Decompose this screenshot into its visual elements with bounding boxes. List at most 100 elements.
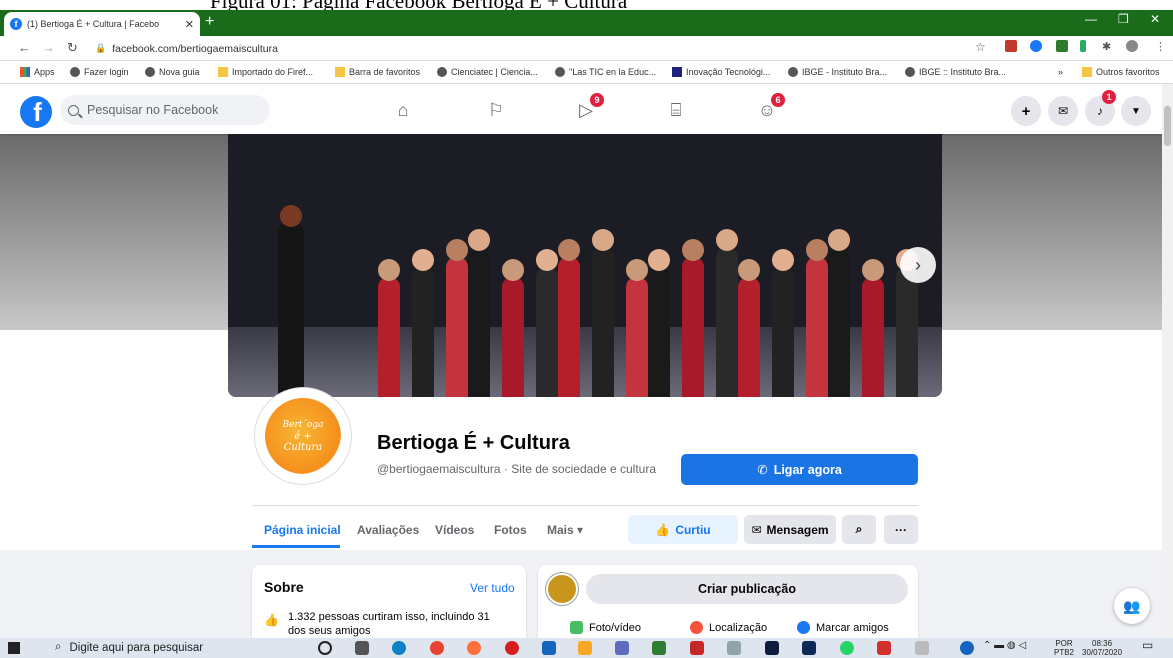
clock[interactable]: 08:36 30/07/2020 xyxy=(1082,639,1122,657)
photo-video-option[interactable]: Foto/vídeo xyxy=(570,621,641,634)
tab-photos[interactable]: Fotos xyxy=(494,523,527,537)
bookmark-importado[interactable]: Importado do Firef... xyxy=(218,67,313,77)
liked-button[interactable]: 👍 Curtiu xyxy=(628,515,738,544)
edge-icon[interactable] xyxy=(392,641,406,655)
pages-flag-icon[interactable]: ⚐ xyxy=(484,98,508,122)
page-search-button[interactable]: ⌕ xyxy=(842,515,876,544)
composer-avatar xyxy=(546,573,578,605)
opera-icon[interactable] xyxy=(505,641,519,655)
choir-singer-head xyxy=(806,239,828,261)
page-logo: Bert´oga é + Cultura xyxy=(265,398,341,474)
help-icon[interactable] xyxy=(960,641,974,655)
page-avatar[interactable]: Bert´oga é + Cultura xyxy=(255,388,351,484)
choir-singer xyxy=(896,267,918,397)
app-misc-icon[interactable] xyxy=(915,641,929,655)
language-indicator[interactable]: POR PTB2 xyxy=(1054,639,1074,657)
bookmark-cienciatec[interactable]: Cienciatec | Ciencia... xyxy=(437,67,538,77)
more-options-button[interactable]: ··· xyxy=(884,515,918,544)
extension-puzzle-green-icon[interactable] xyxy=(1056,40,1068,52)
message-button[interactable]: ✉ Mensagem xyxy=(744,515,836,544)
bookmark-star-icon[interactable]: ☆ xyxy=(975,40,986,54)
taskbar-search-input[interactable]: ⌕ Digite aqui para pesquisar xyxy=(55,641,203,654)
scrollbar-thumb[interactable] xyxy=(1164,106,1171,146)
marketplace-icon[interactable]: ⌸ xyxy=(664,98,688,122)
tag-friends-option[interactable]: Marcar amigos xyxy=(797,621,889,634)
maximize-button[interactable]: ❐ xyxy=(1118,12,1129,26)
lightroom-icon[interactable] xyxy=(802,641,816,655)
whatsapp-icon[interactable] xyxy=(840,641,854,655)
profile-avatar-icon[interactable] xyxy=(1126,40,1138,52)
bookmark-fazer-login[interactable]: Fazer login xyxy=(70,67,129,77)
forward-arrow-icon[interactable]: → xyxy=(42,40,55,55)
file-explorer-icon[interactable] xyxy=(578,641,592,655)
app-icon[interactable] xyxy=(615,641,629,655)
chrome-icon[interactable] xyxy=(430,641,444,655)
cover-photo[interactable] xyxy=(228,134,942,397)
menu-kebab-icon[interactable]: ⋮ xyxy=(1155,40,1166,53)
tab-home[interactable]: Página inicial xyxy=(264,523,341,537)
location-option[interactable]: Localização xyxy=(690,621,767,634)
folder-icon xyxy=(335,67,345,77)
facebook-logo[interactable]: f xyxy=(20,96,52,128)
choir-singer xyxy=(716,247,738,397)
bookmark-outros-favoritos[interactable]: Outros favoritos xyxy=(1082,67,1160,77)
windows-start-icon[interactable] xyxy=(8,642,20,654)
bookmarks-overflow[interactable]: » xyxy=(1058,67,1063,77)
page-scrollbar[interactable] xyxy=(1162,84,1173,638)
notification-center-icon[interactable]: ▭ xyxy=(1142,639,1153,651)
bookmark-barra-favoritos[interactable]: Barra de favoritos xyxy=(335,67,420,77)
it-icon xyxy=(672,67,682,77)
extension-pdf-icon[interactable] xyxy=(1005,40,1017,52)
cortana-icon[interactable] xyxy=(318,641,332,655)
account-menu-caret-icon[interactable]: ▼ xyxy=(1121,96,1151,126)
calculator-icon[interactable] xyxy=(542,641,556,655)
firefox-icon[interactable] xyxy=(467,641,481,655)
task-view-icon[interactable] xyxy=(355,641,369,655)
app-pen-icon[interactable] xyxy=(727,641,741,655)
acrobat-icon[interactable] xyxy=(877,641,891,655)
reload-icon[interactable]: ↻ xyxy=(67,40,78,56)
choir-singer-head xyxy=(648,249,670,271)
extensions-puzzle-icon[interactable]: ✱ xyxy=(1102,40,1111,53)
app-red-icon[interactable] xyxy=(690,641,704,655)
tab-reviews[interactable]: Avaliações xyxy=(357,523,419,537)
excel-icon[interactable] xyxy=(652,641,666,655)
bookmark-nova-guia[interactable]: Nova guia xyxy=(145,67,200,77)
url-field[interactable]: 🔒 facebook.com/bertiogaemaiscultura xyxy=(95,39,965,58)
facebook-search-input[interactable]: Pesquisar no Facebook xyxy=(60,95,270,125)
tab-videos[interactable]: Vídeos xyxy=(435,523,474,537)
choir-singer-head xyxy=(682,239,704,261)
bookmark-inovacao[interactable]: Inovação Tecnológi... xyxy=(672,67,770,77)
messenger-icon: ✉ xyxy=(751,522,762,537)
bookmark-ibge-2[interactable]: IBGE :: Instituto Bra... xyxy=(905,67,1006,77)
bookmark-las-tic[interactable]: "Las TIC en la Educ... xyxy=(555,67,656,77)
messenger-icon[interactable]: ✉ xyxy=(1048,96,1078,126)
close-tab-icon[interactable]: ✕ xyxy=(185,18,194,31)
browser-tab[interactable]: f (1) Bertioga É + Cultura | Facebo ✕ xyxy=(4,12,200,36)
photoshop-icon[interactable] xyxy=(765,641,779,655)
choir-singer-head xyxy=(592,229,614,251)
choir-singer-head xyxy=(468,229,490,251)
choir-singer-head xyxy=(626,259,648,281)
create-post-button[interactable]: Criar publicação xyxy=(586,574,908,604)
bookmark-ibge-1[interactable]: IBGE - Instituto Bra... xyxy=(788,67,887,77)
search-placeholder: Pesquisar no Facebook xyxy=(87,103,219,117)
choir-singer-head xyxy=(828,229,850,251)
bookmark-apps[interactable]: Apps xyxy=(20,67,55,77)
create-plus-button[interactable]: + xyxy=(1011,96,1041,126)
cover-next-arrow-icon[interactable]: › xyxy=(900,247,936,283)
choir-singer xyxy=(862,277,884,397)
see-all-link[interactable]: Ver tudo xyxy=(470,581,515,595)
bookmarks-bar: Apps Fazer login Nova guia Importado do … xyxy=(0,61,1173,84)
back-arrow-icon[interactable]: ← xyxy=(18,40,31,55)
minimize-button[interactable]: — xyxy=(1085,12,1097,26)
new-tab-button[interactable]: + xyxy=(205,13,214,31)
extension-key-icon[interactable] xyxy=(1080,40,1086,52)
home-icon[interactable]: ⌂ xyxy=(391,98,415,122)
tray-icons[interactable]: ⌃ ▬ ◍ ◁ xyxy=(983,641,1026,651)
close-window-button[interactable]: ✕ xyxy=(1150,12,1160,26)
call-now-button[interactable]: ✆ Ligar agora xyxy=(681,454,918,485)
new-message-people-icon[interactable]: 👥 xyxy=(1114,588,1150,624)
extension-hp-icon[interactable] xyxy=(1030,40,1042,52)
tab-more[interactable]: Mais ▾ xyxy=(547,523,583,537)
